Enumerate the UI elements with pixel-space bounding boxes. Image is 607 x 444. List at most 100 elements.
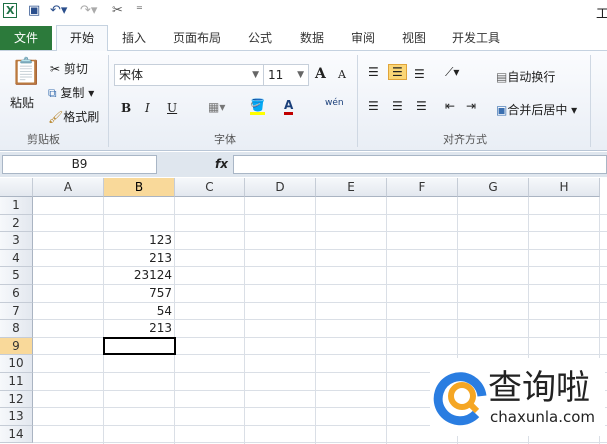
undo-icon[interactable]: ↶▾ xyxy=(50,3,67,18)
gridline xyxy=(33,442,607,444)
fill-color-icon[interactable]: 🪣 xyxy=(250,98,265,115)
column-header-C[interactable]: C xyxy=(175,178,245,197)
row-header-8[interactable]: 8 xyxy=(0,320,33,338)
scissors-icon: ✂ xyxy=(50,62,64,76)
row-header-5[interactable]: 5 xyxy=(0,267,33,285)
divider xyxy=(357,55,358,147)
orientation-icon[interactable]: ⟋▾ xyxy=(445,65,459,80)
tab-developer[interactable]: 开发工具 xyxy=(452,29,500,46)
tab-insert[interactable]: 插入 xyxy=(122,29,146,46)
column-header-A[interactable]: A xyxy=(33,178,104,197)
cut-button[interactable]: ✂ 剪切 xyxy=(50,60,88,77)
row-header-1[interactable]: 1 xyxy=(0,197,33,215)
column-header-D[interactable]: D xyxy=(245,178,316,197)
wrap-text-icon: ▤ xyxy=(496,70,508,84)
save-icon[interactable]: ▣ xyxy=(28,3,40,18)
row-header-12[interactable]: 12 xyxy=(0,390,33,409)
format-painter-button[interactable]: 🖌格式刷 xyxy=(48,108,99,125)
copy-label: 复制 xyxy=(60,86,85,100)
cell-B8[interactable]: 213 xyxy=(104,320,175,338)
tab-review[interactable]: 审阅 xyxy=(351,29,375,46)
phonetic-icon[interactable]: wén xyxy=(325,98,344,108)
tab-view[interactable]: 视图 xyxy=(402,29,426,46)
copy-button[interactable]: ⧉ 复制 ▾ xyxy=(48,84,94,101)
font-size-select[interactable]: 11 ▼ xyxy=(263,64,309,86)
divider xyxy=(108,55,109,147)
align-center-icon[interactable]: ☰ xyxy=(392,99,403,113)
decrease-indent-icon[interactable]: ⇤ xyxy=(445,99,455,113)
column-header-G[interactable]: G xyxy=(458,178,529,197)
column-header-H[interactable]: H xyxy=(529,178,600,197)
wrap-text-button[interactable]: ▤自动换行 xyxy=(496,68,555,85)
cell-B5[interactable]: 23124 xyxy=(104,267,175,285)
font-group-label: 字体 xyxy=(214,133,236,146)
bold-button[interactable]: B xyxy=(121,101,131,115)
row-header-9[interactable]: 9 xyxy=(0,337,33,356)
merge-center-button[interactable]: ▣合并后居中 ▾ xyxy=(496,101,577,118)
customize-qat-icon[interactable]: ⁼ xyxy=(136,3,143,18)
brush-icon: 🖌 xyxy=(48,110,64,124)
quick-access-toolbar: X ▣ ↶▾ ↷▾ ✂ ⁼ 工 xyxy=(0,0,607,25)
align-right-icon[interactable]: ☰ xyxy=(416,99,427,113)
font-color-button[interactable]: A xyxy=(284,98,294,115)
paste-icon[interactable]: 📋 xyxy=(10,57,42,87)
excel-icon: X xyxy=(3,3,18,18)
tab-home[interactable]: 开始 xyxy=(56,25,108,52)
alignment-group-label: 对齐方式 xyxy=(443,133,487,146)
redo-icon[interactable]: ↷▾ xyxy=(80,3,97,18)
font-name-value: 宋体 xyxy=(119,68,144,82)
font-size-value: 11 xyxy=(268,68,284,82)
align-top-icon[interactable]: ☰ xyxy=(368,65,379,79)
insert-function-button[interactable]: fx xyxy=(160,155,232,174)
merge-label: 合并后居中 xyxy=(507,103,568,117)
gridline xyxy=(33,213,607,215)
cell-B6[interactable]: 757 xyxy=(104,285,175,303)
grow-font-button[interactable]: A xyxy=(315,66,326,82)
row-header-4[interactable]: 4 xyxy=(0,249,33,268)
align-middle-icon[interactable]: ☰ xyxy=(388,64,407,80)
column-header-E[interactable]: E xyxy=(316,178,387,197)
tools-icon[interactable]: ✂ xyxy=(112,3,123,18)
row-header-14[interactable]: 14 xyxy=(0,425,33,444)
row-header-7[interactable]: 7 xyxy=(0,302,33,321)
shrink-font-button[interactable]: A xyxy=(338,68,346,81)
increase-indent-icon[interactable]: ⇥ xyxy=(466,99,476,113)
align-bottom-icon[interactable]: ☰ xyxy=(414,67,425,81)
logo-magnifier-icon xyxy=(433,372,487,426)
row-header-11[interactable]: 11 xyxy=(0,373,33,391)
logo-url: chaxunla.com xyxy=(490,408,595,426)
chevron-down-icon: ▼ xyxy=(252,70,259,80)
row-header-3[interactable]: 3 xyxy=(0,232,33,250)
tab-file[interactable]: 文件 xyxy=(0,26,52,50)
cell-B4[interactable]: 213 xyxy=(104,250,175,268)
borders-icon[interactable]: ▦▾ xyxy=(208,100,225,114)
align-left-icon[interactable]: ☰ xyxy=(368,99,379,113)
cut-label: 剪切 xyxy=(63,62,88,76)
format-painter-label: 格式刷 xyxy=(63,110,100,124)
cell-B3[interactable]: 123 xyxy=(104,232,175,250)
chevron-down-icon: ▼ xyxy=(297,70,304,80)
row-header-13[interactable]: 13 xyxy=(0,408,33,426)
selected-cell-B9[interactable] xyxy=(103,336,176,356)
tab-page-layout[interactable]: 页面布局 xyxy=(173,29,221,46)
logo-name: 查询啦 xyxy=(488,368,590,408)
row-header-2[interactable]: 2 xyxy=(0,214,33,233)
italic-button[interactable]: I xyxy=(145,101,150,115)
window-title: 工 xyxy=(596,7,607,22)
name-box[interactable]: B9 xyxy=(2,155,157,174)
tab-data[interactable]: 数据 xyxy=(300,29,324,46)
underline-button[interactable]: U xyxy=(167,101,177,115)
ribbon: 📋 粘贴 ✂ 剪切 ⧉ 复制 ▾ 🖌格式刷 剪贴板 宋体 ▼ 11 ▼ A A B … xyxy=(0,51,607,151)
column-header-F[interactable]: F xyxy=(387,178,458,197)
cell-B7[interactable]: 54 xyxy=(104,303,175,321)
clipboard-group-label: 剪贴板 xyxy=(27,133,60,146)
row-header-6[interactable]: 6 xyxy=(0,285,33,303)
paste-button[interactable]: 粘贴 xyxy=(10,94,34,111)
copy-icon: ⧉ xyxy=(48,86,61,100)
column-header-B[interactable]: B xyxy=(104,178,175,197)
select-all-corner[interactable] xyxy=(0,178,33,197)
tab-formulas[interactable]: 公式 xyxy=(248,29,272,46)
row-header-10[interactable]: 10 xyxy=(0,355,33,373)
font-name-select[interactable]: 宋体 ▼ xyxy=(114,64,264,86)
formula-input[interactable] xyxy=(233,155,607,174)
